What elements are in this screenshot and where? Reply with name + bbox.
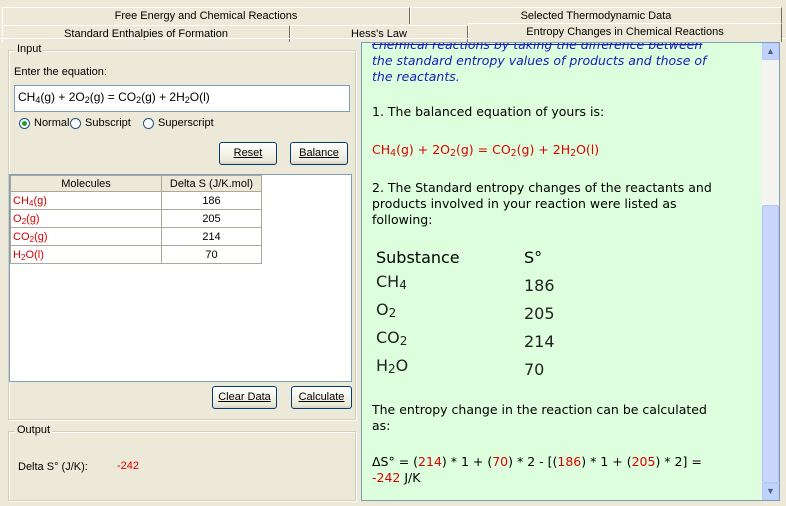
radio-subscript[interactable]: Subscript — [70, 117, 131, 129]
clear-data-label: Clear Data — [218, 391, 271, 403]
input-legend: Input — [15, 43, 44, 55]
tab-enthalpies-formation[interactable]: Standard Enthalpies of Formation — [2, 25, 290, 42]
calc-intro-1: The entropy change in the reaction can b… — [372, 402, 707, 417]
radio-superscript-label: Superscript — [158, 117, 214, 129]
formula-result: -242 J/K — [372, 470, 421, 485]
calculate-button[interactable]: Calculate — [291, 386, 352, 409]
table-row[interactable]: H2O(l) 70 — [10, 245, 262, 264]
intro-line-1: chemical reactions by taking the differe… — [372, 42, 703, 52]
step2-line-2: products involved in your reaction were … — [372, 196, 677, 211]
clear-data-button[interactable]: Clear Data — [212, 386, 277, 409]
step2-line-3: following: — [372, 212, 433, 227]
summary-header-s: S° — [524, 248, 543, 267]
reset-label: Reset — [233, 147, 263, 159]
tab-entropy-changes[interactable]: Entropy Changes in Chemical Reactions — [468, 23, 782, 42]
table-row[interactable]: CO2(g) 214 — [10, 227, 262, 246]
output-legend: Output — [15, 424, 53, 436]
radio-normal[interactable]: Normal — [19, 117, 69, 129]
equation-input[interactable]: CH4(g) + 2O2(g) = CO2(g) + 2H2O(l) — [14, 85, 350, 112]
tab-thermodynamic-data[interactable]: Selected Thermodynamic Data — [410, 7, 782, 24]
step1-text: 1. The balanced equation of yours is: — [372, 104, 605, 119]
reset-button[interactable]: Reset — [219, 142, 277, 165]
balance-button[interactable]: Balance — [290, 142, 348, 165]
col-delta-s[interactable]: Delta S (J/K.mol) — [161, 175, 262, 192]
tab-free-energy[interactable]: Free Energy and Chemical Reactions — [2, 7, 410, 24]
calculate-label: Calculate — [298, 391, 345, 403]
tab-hess-law[interactable]: Hess's Law — [290, 25, 468, 42]
calc-intro-2: as: — [372, 418, 391, 433]
radio-dot-subscript[interactable] — [70, 117, 81, 129]
equation-prompt: Enter the equation: — [14, 66, 107, 78]
scroll-thumb[interactable] — [762, 205, 779, 483]
entropy-table: Molecules Delta S (J/K.mol) CH4(g) 186 O2… — [10, 175, 262, 264]
intro-line-3: the reactants. — [372, 69, 460, 84]
scroll-down-icon[interactable]: ▼ — [762, 483, 779, 500]
step2-line-1: 2. The Standard entropy changes of the r… — [372, 180, 712, 195]
radio-dot-normal[interactable] — [19, 117, 30, 129]
formula-line: ΔS° = (214) * 1 + (70) * 2 - [(186) * 1 … — [372, 454, 702, 469]
table-row[interactable]: O2(g) 205 — [10, 209, 262, 228]
explanation-panel[interactable]: chemical reactions by taking the differe… — [361, 42, 780, 501]
balanced-equation: CH4(g) + 2O2(g) = CO2(g) + 2H2O(l) — [372, 142, 600, 159]
output-label: Delta S° (J/K): — [18, 461, 88, 473]
radio-subscript-label: Subscript — [85, 117, 131, 129]
radio-superscript[interactable]: Superscript — [143, 117, 214, 129]
radio-normal-label: Normal — [34, 117, 70, 129]
col-molecules[interactable]: Molecules — [10, 175, 162, 192]
scroll-up-icon[interactable]: ▲ — [762, 43, 779, 60]
output-value: -242 — [117, 460, 140, 472]
balance-label: Balance — [299, 147, 339, 159]
entropy-grid[interactable]: Molecules Delta S (J/K.mol) CH4(g) 186 O2… — [9, 174, 352, 382]
table-row[interactable]: CH4(g) 186 — [10, 191, 262, 210]
intro-line-2: the standard entropy values of products … — [372, 53, 707, 68]
summary-header-substance: Substance — [376, 248, 460, 267]
radio-dot-superscript[interactable] — [143, 117, 154, 129]
vertical-scrollbar[interactable]: ▲ ▼ — [761, 43, 779, 500]
